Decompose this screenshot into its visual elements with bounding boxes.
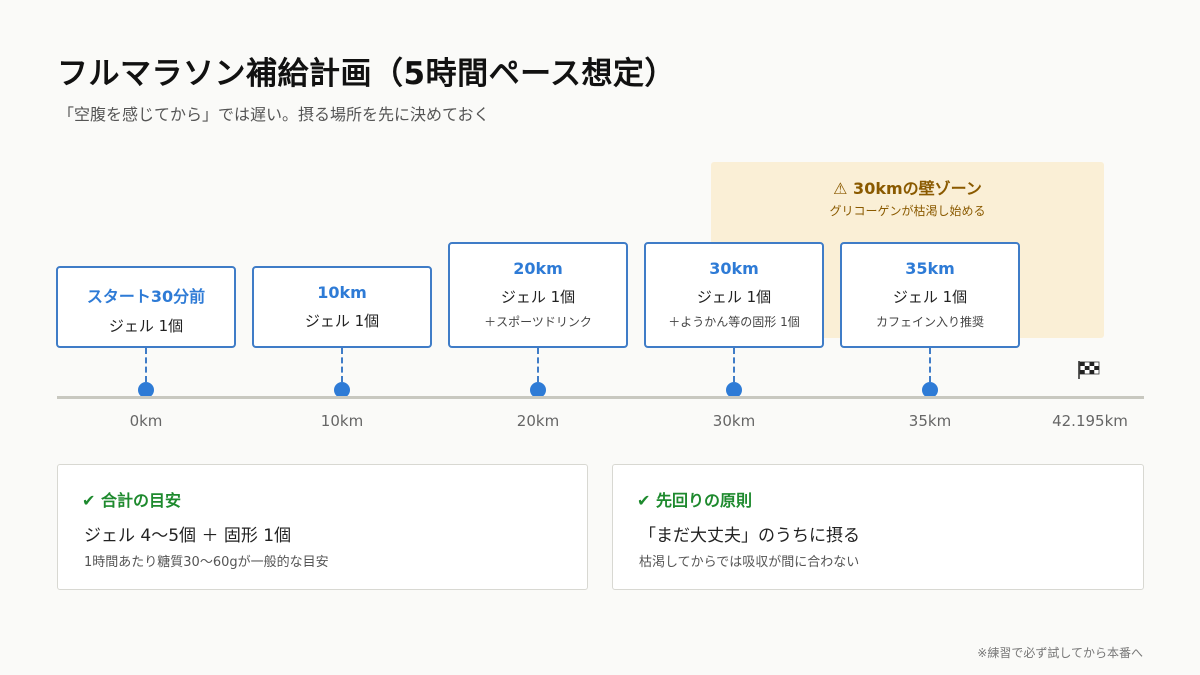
axis-label-0km: 0km — [129, 412, 163, 430]
principle-heading: ✔ 先回りの原則 — [637, 491, 752, 510]
station-note: ＋ようかん等の固形 1個 — [668, 315, 800, 329]
summary-main: ジェル 4〜5個 ＋ 固形 1個 — [84, 526, 292, 546]
axis-label-35km: 35km — [908, 412, 952, 430]
station-main: ジェル 1個 — [304, 312, 380, 330]
station-main: ジェル 1個 — [108, 317, 184, 335]
station-note: カフェイン入り推奨 — [875, 315, 984, 329]
axis-label-30km: 30km — [712, 412, 756, 430]
page-subtitle: 「空腹を感じてから」では遅い。摂る場所を先に決めておく — [58, 105, 490, 124]
station-card-start: スタート30分前 ジェル 1個 — [56, 266, 236, 348]
station-distance: 10km — [317, 283, 367, 302]
summary-note: 1時間あたり糖質30〜60gが一般的な目安 — [84, 555, 329, 570]
station-main: ジェル 1個 — [696, 288, 772, 306]
wall-zone-subtitle: グリコーゲンが枯渇し始める — [829, 204, 986, 218]
footnote: ※練習で必ず試してから本番へ — [977, 646, 1143, 660]
station-distance: 20km — [513, 259, 563, 278]
connector-line — [537, 348, 539, 382]
station-distance: 30km — [709, 259, 759, 278]
timeline-axis — [57, 396, 1144, 399]
connector-line — [929, 348, 931, 382]
station-card-10km: 10km ジェル 1個 — [252, 266, 432, 348]
principle-note: 枯渇してからでは吸収が間に合わない — [639, 555, 860, 570]
connector-line — [733, 348, 735, 382]
page-title: フルマラソン補給計画（5時間ペース想定） — [57, 56, 677, 92]
summary-heading: ✔ 合計の目安 — [82, 491, 181, 510]
station-distance: 35km — [905, 259, 955, 278]
principle-main: 「まだ大丈夫」のうちに摂る — [639, 526, 860, 546]
axis-label-20km: 20km — [516, 412, 560, 430]
summary-box: ✔ 合計の目安 ジェル 4〜5個 ＋ 固形 1個 1時間あたり糖質30〜60gが… — [57, 464, 588, 590]
connector-line — [341, 348, 343, 382]
station-card-35km: 35km ジェル 1個 カフェイン入り推奨 — [840, 242, 1020, 348]
station-distance: スタート30分前 — [86, 287, 206, 306]
axis-label-finish: 42.195km — [1052, 412, 1128, 430]
principle-box: ✔ 先回りの原則 「まだ大丈夫」のうちに摂る 枯渇してからでは吸収が間に合わない — [612, 464, 1144, 590]
checkered-flag-icon — [1078, 361, 1100, 379]
axis-label-10km: 10km — [320, 412, 364, 430]
station-main: ジェル 1個 — [892, 288, 968, 306]
station-main: ジェル 1個 — [500, 288, 576, 306]
wall-zone-title: ⚠ 30kmの壁ゾーン — [833, 179, 982, 198]
station-card-30km: 30km ジェル 1個 ＋ようかん等の固形 1個 — [644, 242, 824, 348]
connector-line — [145, 348, 147, 382]
station-card-20km: 20km ジェル 1個 ＋スポーツドリンク — [448, 242, 628, 348]
station-note: ＋スポーツドリンク — [484, 315, 592, 329]
